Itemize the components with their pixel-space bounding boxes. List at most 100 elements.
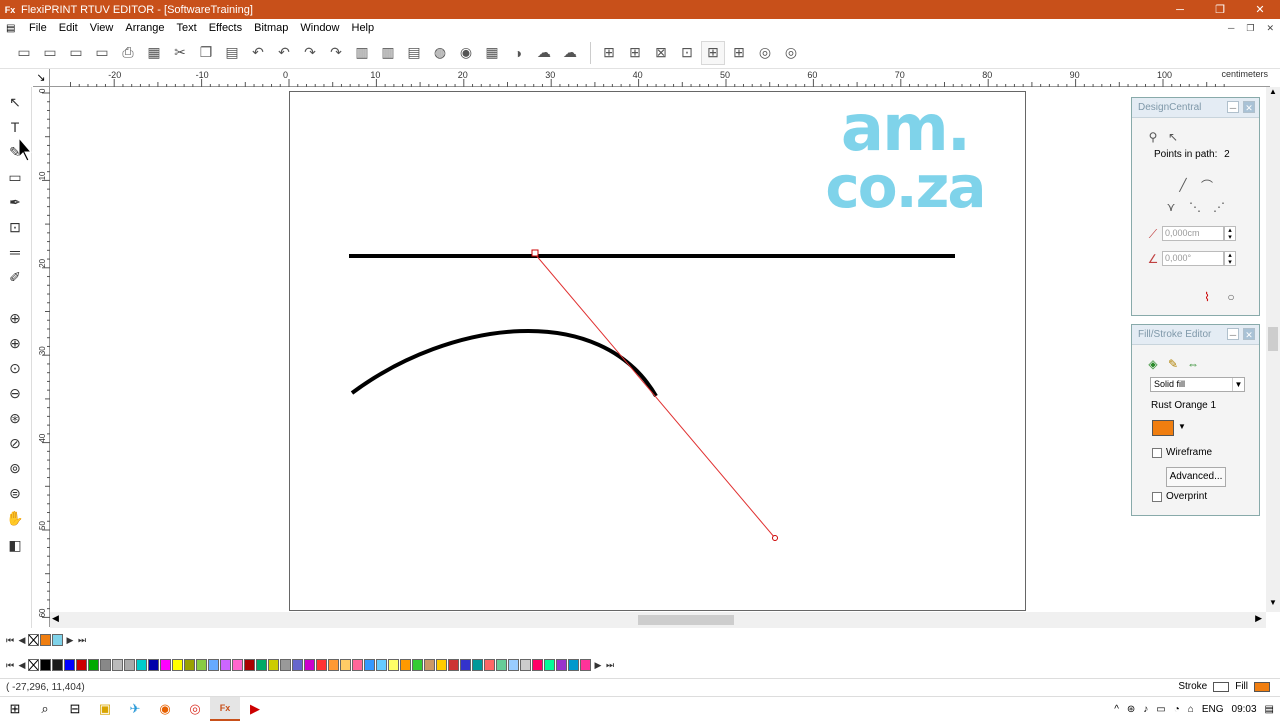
color-swatch[interactable] [232, 659, 243, 671]
align-5-button[interactable]: ⊞ [701, 40, 725, 65]
menu-arrange[interactable]: Arrange [120, 19, 171, 37]
angle-field[interactable]: 0,000° [1162, 251, 1224, 266]
tray-chevron-icon[interactable]: ^ [1114, 704, 1119, 715]
print-preview-button[interactable]: ▦ [142, 41, 166, 65]
view-1-button[interactable]: ◎ [753, 41, 777, 65]
zoom-tool-button[interactable]: ◉ [454, 41, 478, 65]
restore-button[interactable]: ❐ [1200, 0, 1240, 19]
vertical-scroll-thumb[interactable] [1268, 327, 1278, 351]
length-field[interactable]: 0,000cm [1162, 226, 1224, 241]
print-button[interactable]: ⎙ [116, 41, 140, 65]
color-swatch[interactable] [220, 659, 231, 671]
color-swatch[interactable] [400, 659, 411, 671]
scroll-down-icon[interactable]: ▼ [1266, 598, 1280, 612]
color-swatch[interactable] [160, 659, 171, 671]
align-2-button[interactable]: ⊞ [623, 41, 647, 65]
color-swatch[interactable] [580, 659, 591, 671]
menu-text[interactable]: Text [172, 19, 204, 37]
scroll-left-icon[interactable]: ◀ [52, 613, 59, 624]
firefox-icon[interactable]: ◉ [150, 697, 180, 721]
menu-effects[interactable]: Effects [204, 19, 249, 37]
menu-help[interactable]: Help [347, 19, 382, 37]
minimize-button[interactable]: ─ [1160, 0, 1200, 19]
color-swatch[interactable] [424, 659, 435, 671]
paste-button[interactable]: ▤ [220, 41, 244, 65]
zoom-in-tool[interactable]: ⊕ [4, 332, 26, 354]
close-button[interactable]: ✕ [1240, 0, 1280, 19]
palette-next-icon[interactable]: ▶ [64, 633, 76, 647]
palette-next-icon[interactable]: ▶ [592, 658, 604, 672]
align-6-button[interactable]: ⊞ [727, 41, 751, 65]
shape-tool[interactable]: ✎ [4, 141, 26, 163]
rectangle-tool[interactable]: ▭ [4, 166, 26, 188]
color-swatch[interactable] [364, 659, 375, 671]
color-swatch[interactable] [112, 659, 123, 671]
color-swatch[interactable] [292, 659, 303, 671]
pan-tool[interactable]: ✋ [4, 507, 26, 529]
color-swatch[interactable] [76, 659, 87, 671]
align-3-button[interactable]: ⊠ [649, 41, 673, 65]
line-segment-icon[interactable]: ╱ [1174, 176, 1192, 194]
color-swatch[interactable] [328, 659, 339, 671]
color-swatch[interactable] [496, 659, 507, 671]
chevron-down-icon[interactable]: ▼ [1232, 378, 1244, 391]
color-swatch[interactable] [532, 659, 543, 671]
node-select-icon[interactable]: ⚲ [1144, 128, 1162, 146]
node-edit-icon[interactable]: ↖ [1164, 128, 1182, 146]
new-doc-button[interactable]: ▭ [12, 41, 36, 65]
menu-bitmap[interactable]: Bitmap [249, 19, 295, 37]
color-swatch[interactable] [460, 659, 471, 671]
network-icon[interactable]: ◔ [1174, 704, 1180, 715]
select-tool[interactable]: ↖ [4, 91, 26, 113]
save-all-button[interactable]: ▭ [90, 41, 114, 65]
measure-tool[interactable]: ═ [4, 241, 26, 263]
logo[interactable]: am. co.za [805, 97, 1005, 230]
search-icon[interactable]: ⌕ [30, 697, 60, 721]
ruler-origin[interactable]: ↘ [33, 69, 50, 87]
node-corner-icon[interactable]: ⋎ [1162, 198, 1180, 216]
smooth-curve-icon[interactable]: ⌇ [1198, 288, 1216, 306]
color-swatch[interactable] [472, 659, 483, 671]
palette-last-icon[interactable]: ⏭ [604, 658, 616, 672]
color-swatch[interactable] [172, 659, 183, 671]
upload-button[interactable]: ☁ [558, 41, 582, 65]
overprint-checkbox[interactable] [1152, 492, 1162, 502]
color-swatch[interactable] [136, 659, 147, 671]
pen-tool[interactable]: ✒ [4, 191, 26, 213]
copy-button[interactable]: ❐ [194, 41, 218, 65]
color-swatch[interactable] [568, 659, 579, 671]
length-spinner[interactable]: ▴ ▾ [1224, 226, 1236, 241]
color-swatch[interactable] [352, 659, 363, 671]
color-swatch[interactable] [508, 659, 519, 671]
fill-type-select[interactable]: Solid fill ▼ [1150, 377, 1245, 392]
color-swatch[interactable] [520, 659, 531, 671]
horizontal-scrollbar[interactable]: ◀ ▶ [50, 612, 1266, 628]
flexiprint-taskbar-icon[interactable]: Fx [210, 696, 240, 721]
color-swatch[interactable] [388, 659, 399, 671]
color-swatch[interactable] [40, 659, 51, 671]
import-button[interactable]: ▥ [350, 41, 374, 65]
volume-icon[interactable]: ♪ [1143, 704, 1148, 715]
media-app-icon[interactable]: ▶ [240, 697, 270, 721]
scroll-right-icon[interactable]: ▶ [1255, 613, 1262, 624]
scan-button[interactable]: ▤ [402, 41, 426, 65]
align-4-button[interactable]: ⊡ [675, 41, 699, 65]
menu-file[interactable]: File [24, 19, 54, 37]
color-swatch[interactable] [448, 659, 459, 671]
align-1-button[interactable]: ⊞ [597, 41, 621, 65]
color-swatch[interactable] [484, 659, 495, 671]
color-swatch[interactable] [124, 659, 135, 671]
palette-prev-icon[interactable]: ◀ [16, 633, 28, 647]
zoom-selected-tool[interactable]: ⊛ [4, 407, 26, 429]
color-swatch[interactable] [256, 659, 267, 671]
tray-app-icon[interactable]: ⊛ [1127, 704, 1135, 715]
menu-edit[interactable]: Edit [54, 19, 85, 37]
save-button[interactable]: ▭ [64, 41, 88, 65]
color-swatch[interactable] [100, 659, 111, 671]
redo-button[interactable]: ↷ [298, 41, 322, 65]
palette-last-icon[interactable]: ⏭ [76, 633, 88, 647]
undo-button[interactable]: ↶ [246, 41, 270, 65]
panel-minimize-button[interactable]: ─ [1227, 328, 1239, 340]
export-button[interactable]: ▥ [376, 41, 400, 65]
doc-minimize-button[interactable]: ─ [1228, 19, 1234, 37]
